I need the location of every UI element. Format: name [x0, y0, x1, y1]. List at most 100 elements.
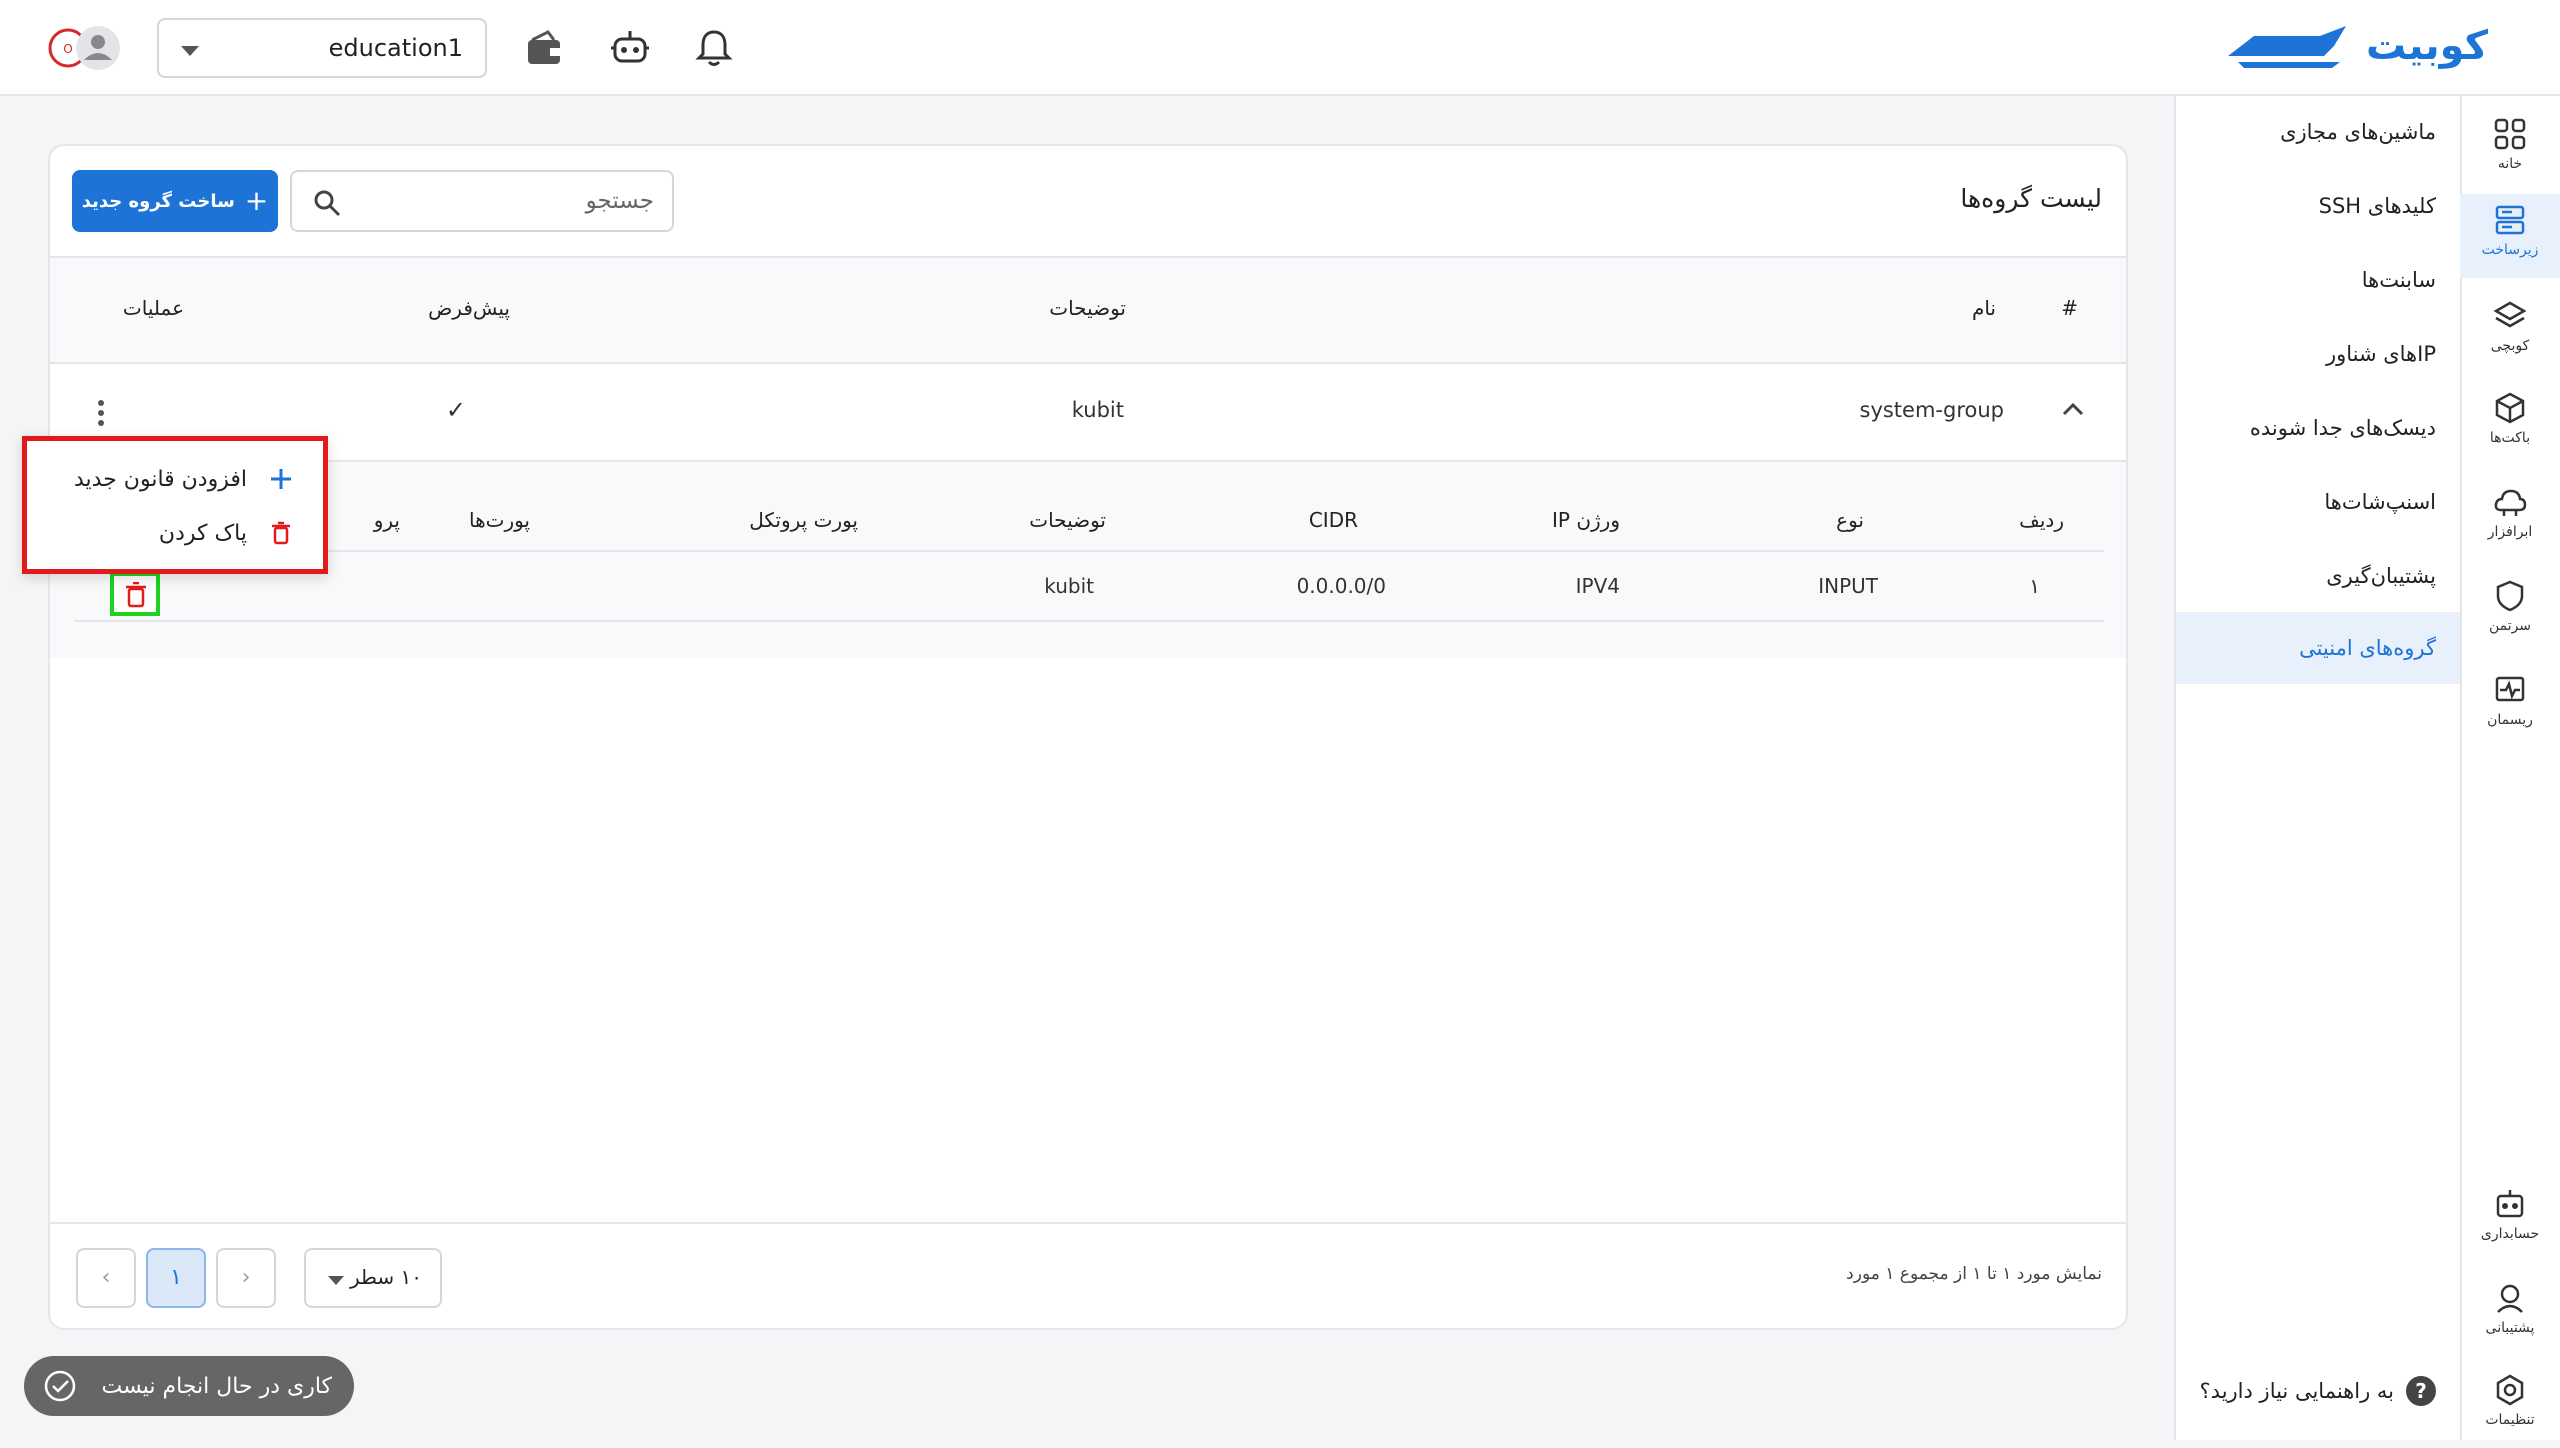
svg-text:O: O: [63, 42, 72, 56]
rule-col-ip-version: ورژن IP: [1552, 508, 1620, 532]
icon-rail: خانه زیرساخت کوبچی باکت‌ها ابرافزار: [2460, 96, 2560, 1440]
rail-item-home[interactable]: خانه: [2460, 108, 2560, 192]
rule-ip-version: IPV4: [1575, 574, 1620, 598]
chevron-left-icon: ‹: [101, 1265, 111, 1290]
chevron-down-icon: [328, 1276, 344, 1285]
wallet-icon[interactable]: [522, 26, 566, 70]
top-bar: کوبیت education1 O: [0, 0, 2560, 96]
rail-item-label: خانه: [2497, 156, 2523, 172]
cloud-icon: [2494, 489, 2527, 516]
page-number: ۱: [170, 1265, 182, 1290]
rule-col-protocol-port: پورت پروتکل: [749, 508, 858, 532]
project-select[interactable]: education1: [157, 18, 487, 78]
layers-icon: [2493, 301, 2527, 328]
search-icon: [314, 190, 341, 217]
page-1-button[interactable]: ۱: [146, 1248, 206, 1308]
rule-col-ports: پورت‌ها: [468, 508, 530, 532]
rail-item-buckets[interactable]: باکت‌ها: [2460, 382, 2560, 466]
check-circle-icon: [44, 1370, 76, 1402]
submenu-item-subnets[interactable]: سابنت‌ها: [2176, 244, 2460, 316]
grid-icon: [2494, 118, 2526, 150]
next-page-button[interactable]: ‹: [76, 1248, 136, 1308]
rule-col-row: ردیف: [2019, 508, 2064, 532]
delete-rule-button[interactable]: [110, 572, 160, 616]
actions-context-menu: افزودن قانون جدید پاک کردن: [22, 436, 328, 574]
submenu-item-snapshots[interactable]: اسنپ‌شات‌ها: [2176, 466, 2460, 538]
rule-col-cidr: CIDR: [1308, 508, 1358, 532]
rail-item-label: زیرساخت: [2481, 242, 2539, 258]
rule-col-protocol: پرو: [373, 508, 400, 532]
avatar-icon[interactable]: O: [48, 22, 126, 74]
rule-cidr: 0.0.0.0/0: [1296, 574, 1386, 598]
chevron-right-icon: ›: [241, 1265, 251, 1290]
rule-description: kubit: [1044, 574, 1094, 598]
rule-type: INPUT: [1818, 574, 1878, 598]
submenu-item-ssh-keys[interactable]: کلیدهای SSH: [2176, 170, 2460, 242]
rows-per-page-value: ۱۰ سطر: [349, 1265, 422, 1289]
brand-name: کوبیت: [2365, 23, 2488, 69]
group-description: kubit: [1071, 398, 1124, 422]
table-row[interactable]: system-group kubit ✓: [50, 364, 2126, 460]
trash-icon: [272, 521, 290, 545]
brand-logo[interactable]: کوبیت: [2224, 22, 2488, 70]
question-icon: ?: [2406, 1376, 2436, 1406]
rows-per-page-select[interactable]: ۱۰ سطر: [304, 1248, 442, 1308]
plus-icon: +: [244, 184, 269, 217]
rail-item-accounting[interactable]: حسابداری: [2460, 1178, 2560, 1262]
rail-item-label: سرتمن: [2488, 618, 2532, 634]
menu-item-label: افزودن قانون جدید: [73, 466, 247, 492]
submenu-item-backup[interactable]: پشتیبان‌گیری: [2176, 540, 2460, 612]
create-group-label: ساخت گروه جدید: [81, 190, 235, 212]
rules-panel: ردیف نوع ورژن IP CIDR توضیحات پورت پروتک…: [50, 460, 2126, 658]
plus-icon: [271, 469, 291, 489]
rail-item-label: ابرافزار: [2487, 524, 2533, 540]
infrastructure-submenu: ماشین‌های مجازی کلیدهای SSH سابنت‌ها IPه…: [2174, 96, 2460, 1440]
settings-icon: [2496, 1374, 2524, 1406]
submenu-item-vms[interactable]: ماشین‌های مجازی: [2176, 96, 2460, 168]
shield-icon: [2496, 580, 2524, 612]
menu-item-add-rule[interactable]: افزودن قانون جدید: [74, 455, 295, 503]
table-footer: نمایش مورد ۱ تا ۱ از مجموع ۱ مورد ۱۰ سطر…: [50, 1222, 2126, 1330]
robot-icon[interactable]: [608, 26, 652, 70]
help-link[interactable]: ? به راهنمایی نیاز دارید؟: [2200, 1376, 2436, 1406]
submenu-item-security-groups[interactable]: گروه‌های امنیتی: [2176, 612, 2460, 684]
prev-page-button[interactable]: ›: [216, 1248, 276, 1308]
pagination-summary: نمایش مورد ۱ تا ۱ از مجموع ۱ مورد: [1846, 1264, 2102, 1284]
rail-item-sartaman[interactable]: سرتمن: [2460, 570, 2560, 654]
rule-col-description: توضیحات: [1029, 508, 1106, 532]
menu-item-delete[interactable]: پاک کردن: [159, 509, 295, 557]
network-icon: [2495, 676, 2525, 702]
security-groups-card: لیست گروه‌ها جستجو + ساخت گروه جدید # نا…: [48, 144, 2128, 1330]
col-name: نام: [1971, 296, 1996, 320]
rail-item-support[interactable]: پشتیبانی: [2460, 1272, 2560, 1356]
group-name: system-group: [1859, 398, 2005, 422]
menu-item-label: پاک کردن: [158, 520, 247, 546]
bell-icon[interactable]: [692, 26, 736, 70]
col-default: پیش‌فرض: [428, 296, 510, 320]
ship-logo-icon: [2227, 26, 2346, 68]
more-actions-icon[interactable]: [98, 400, 106, 428]
rail-item-kubchi[interactable]: کوبچی: [2460, 290, 2560, 374]
accounting-icon: [2496, 1190, 2524, 1218]
submenu-item-detachable-disks[interactable]: دیسک‌های جدا شونده: [2176, 392, 2460, 464]
rail-item-infrastructure[interactable]: زیرساخت: [2460, 194, 2560, 278]
rail-item-label: باکت‌ها: [2489, 430, 2531, 446]
status-toast: کاری در حال انجام نیست: [24, 1356, 354, 1416]
toast-text: کاری در حال انجام نیست: [101, 1373, 332, 1399]
rail-item-settings[interactable]: تنظیمات: [2460, 1364, 2560, 1448]
search-placeholder: جستجو: [585, 188, 654, 214]
create-group-button[interactable]: + ساخت گروه جدید: [72, 170, 278, 232]
default-check-icon: ✓: [445, 396, 466, 424]
rail-item-label: ریسمان: [2487, 712, 2533, 728]
rail-item-cloudware[interactable]: ابرافزار: [2460, 476, 2560, 560]
submenu-item-floating-ips[interactable]: IPهای شناور: [2176, 318, 2460, 390]
rail-item-rismaan[interactable]: ریسمان: [2460, 664, 2560, 748]
trash-icon: [126, 582, 146, 608]
groups-table-header: # نام توضیحات پیش‌فرض عملیات: [50, 256, 2126, 364]
rail-item-label: حسابداری: [2480, 1226, 2540, 1242]
col-index: #: [2061, 296, 2078, 320]
rule-row-number: ۱: [2029, 574, 2040, 598]
col-actions: عملیات: [122, 296, 184, 320]
search-input[interactable]: جستجو: [290, 170, 674, 232]
chevron-up-icon[interactable]: [2062, 402, 2084, 416]
